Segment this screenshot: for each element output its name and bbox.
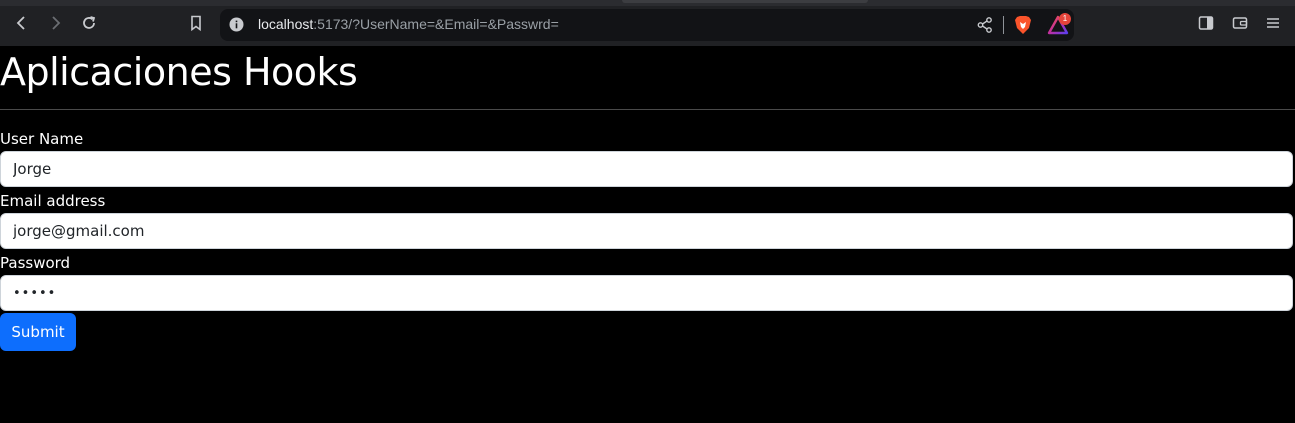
address-bar-divider [1003,16,1004,34]
rewards-badge: 1 [1059,13,1071,25]
bookmark-icon[interactable] [185,12,207,34]
title-divider [0,109,1295,110]
password-input[interactable] [0,275,1293,311]
brave-shields-icon[interactable] [1014,15,1032,35]
email-label: Email address [0,192,106,210]
url-host: localhost [258,16,314,32]
page-title: Aplicaciones Hooks [0,50,358,94]
url-text[interactable]: localhost:5173/?UserName=&Email=&Passwrd… [258,16,559,32]
forward-icon[interactable] [44,12,66,34]
info-icon[interactable] [229,17,244,32]
menu-icon[interactable] [1262,12,1284,34]
email-input[interactable] [0,213,1293,249]
sidebar-icon[interactable] [1195,12,1217,34]
username-label: User Name [0,130,84,148]
share-icon[interactable] [976,16,994,34]
active-tab-edge[interactable] [622,0,868,3]
address-bar[interactable]: localhost:5173/?UserName=&Email=&Passwrd… [220,9,1074,41]
submit-button[interactable]: Submit [0,313,76,351]
reload-icon[interactable] [78,12,100,34]
wallet-icon[interactable] [1229,12,1251,34]
browser-toolbar: localhost:5173/?UserName=&Email=&Passwrd… [0,0,1295,46]
username-input[interactable] [0,151,1293,187]
password-label: Password [0,254,71,272]
url-path: :5173/?UserName=&Email=&Passwrd= [313,16,559,32]
back-icon[interactable] [11,12,33,34]
